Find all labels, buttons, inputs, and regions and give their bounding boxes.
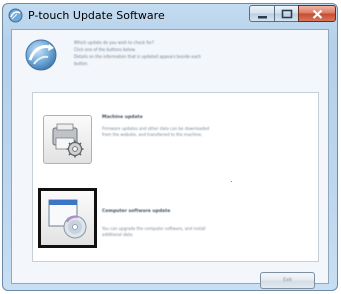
printer-gear-icon (52, 123, 84, 158)
machine-update-button[interactable] (43, 115, 92, 164)
close-icon (312, 9, 323, 19)
machine-update-description: Firmware updates and other data can be d… (102, 126, 316, 138)
instruction-line: Click one of the buttons below. (74, 47, 136, 52)
instruction-line: Details on the information that is updat… (74, 54, 201, 59)
exit-button-label: Exit (283, 278, 292, 283)
instruction-line: Which update do you wish to check for? (74, 40, 155, 45)
app-logo-icon (8, 8, 23, 23)
minimize-icon (258, 16, 267, 19)
computer-software-update-description: You can upgrade the computer software, a… (102, 226, 316, 238)
window-disc-icon (48, 199, 87, 239)
close-button[interactable] (298, 5, 336, 22)
maximize-button[interactable] (274, 5, 299, 22)
exit-button[interactable]: Exit (260, 272, 315, 289)
app-window: P-touch Update Software Which update do … (2, 3, 338, 291)
maximize-icon (281, 9, 293, 19)
panel-dot (231, 181, 232, 182)
machine-update-title: Machine update (102, 115, 143, 120)
window-title: P-touch Update Software (28, 9, 165, 22)
computer-software-update-button[interactable] (38, 188, 97, 248)
instruction-line: button. (74, 61, 89, 66)
description-line: from the website, and transferred to the… (102, 132, 203, 137)
description-line: additional data. (102, 232, 134, 237)
update-globe-icon (25, 39, 57, 71)
minimize-button[interactable] (249, 5, 275, 22)
update-options-panel: Machine update Firmware updates and othe… (32, 92, 319, 262)
instruction-text: Which update do you wish to check for? C… (74, 39, 320, 67)
dialog-body: Which update do you wish to check for? C… (11, 29, 329, 289)
title-bar[interactable]: P-touch Update Software (3, 4, 337, 28)
computer-software-update-title: Computer software update (102, 209, 171, 214)
